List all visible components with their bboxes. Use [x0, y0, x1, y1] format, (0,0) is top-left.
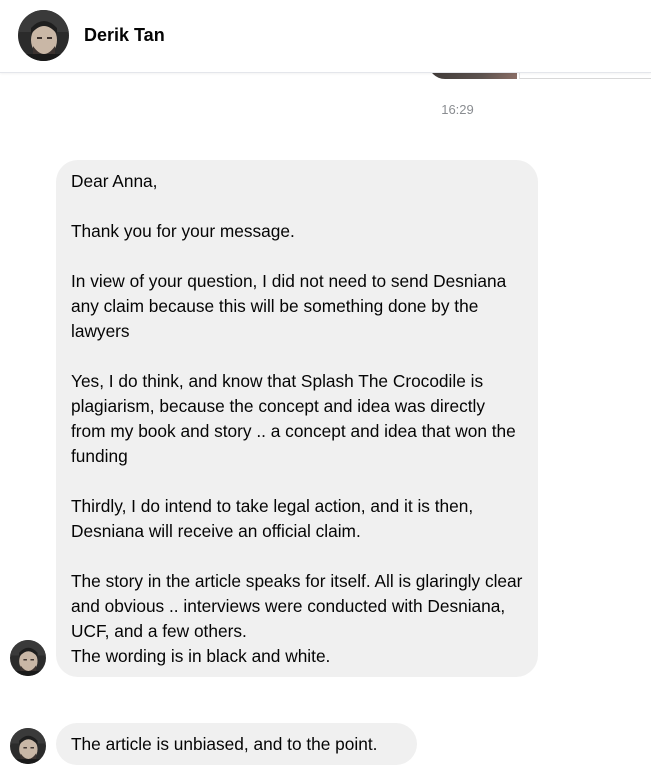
profile-photo-icon: [10, 640, 46, 676]
contact-name[interactable]: Derik Tan: [84, 24, 165, 46]
message-paragraph: Dear Anna,: [71, 171, 158, 191]
message-paragraph: The wording is in black and white.: [71, 646, 331, 666]
sender-avatar[interactable]: [10, 728, 46, 764]
message-paragraph: Thirdly, I do intend to take legal actio…: [71, 496, 474, 541]
profile-photo-icon: [10, 728, 46, 764]
profile-photo-icon: [18, 10, 69, 61]
message-paragraph: Thank you for your message.: [71, 221, 295, 241]
incoming-message-bubble[interactable]: The article is unbiased, and to the poin…: [56, 723, 417, 765]
sender-avatar[interactable]: [10, 640, 46, 676]
message-paragraph: Yes, I do think, and know that Splash Th…: [71, 371, 516, 466]
message-paragraph: The story in the article speaks for itse…: [71, 571, 523, 641]
contact-avatar[interactable]: [18, 10, 69, 61]
chat-window: Derik Tan 16:29 Dear Anna, Thank you for…: [0, 0, 651, 781]
message-paragraph: The article is unbiased, and to the poin…: [71, 734, 378, 754]
chat-header: Derik Tan: [0, 0, 651, 73]
message-paragraph: In view of your question, I did not need…: [71, 271, 507, 341]
incoming-message-bubble[interactable]: Dear Anna, Thank you for your message. I…: [56, 160, 538, 677]
message-timestamp: 16:29: [441, 102, 474, 117]
